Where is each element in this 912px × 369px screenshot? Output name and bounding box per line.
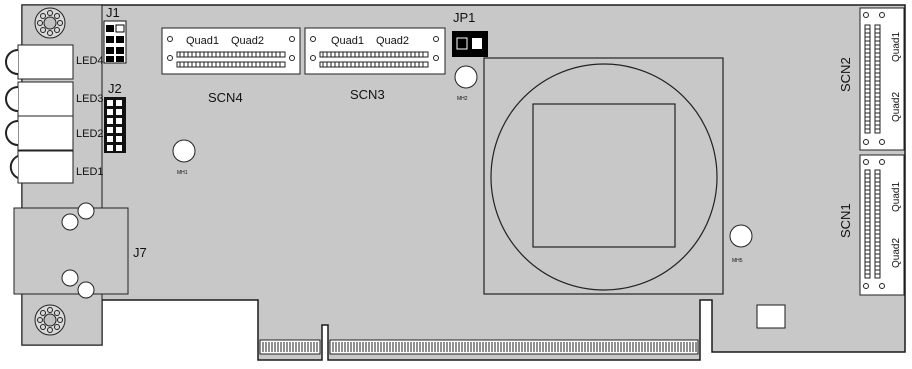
scn4-quad2-label: Quad2 (231, 35, 264, 47)
led2 (5, 115, 74, 151)
scn3-label: SCN3 (350, 87, 385, 102)
j2-label: J2 (108, 81, 122, 96)
led4-label: LED4 (76, 55, 104, 67)
edge-connector-left (259, 339, 321, 355)
top-bracket-screw-gear-icon (34, 7, 66, 39)
mh5-mounting-hole-icon (729, 224, 753, 248)
mh2-label: MH2 (457, 96, 468, 102)
jp1-label: JP1 (453, 10, 475, 25)
scn1-connector (859, 154, 905, 296)
scn3-connector (304, 27, 446, 75)
scn2-quad1-label: Quad1 (891, 32, 902, 62)
led4 (5, 44, 74, 80)
led2-label: LED2 (76, 128, 104, 140)
mh5-label: MH5 (732, 258, 743, 264)
scn3-quad2-label: Quad2 (376, 35, 409, 47)
j7-label: J7 (133, 245, 147, 260)
j1-label: J1 (106, 5, 120, 20)
j1-header (103, 20, 127, 64)
j2-header (104, 97, 126, 153)
jp1-jumper (452, 31, 488, 57)
led1 (9, 150, 74, 184)
scn4-label: SCN4 (208, 90, 243, 105)
j7-connector (13, 202, 129, 299)
scn1-quad2-label: Quad2 (891, 238, 902, 268)
led3 (5, 81, 74, 117)
bottom-bracket-screw-gear-icon (34, 304, 66, 336)
led3-label: LED3 (76, 93, 104, 105)
led1-label: LED1 (76, 166, 104, 178)
scn3-quad1-label: Quad1 (331, 35, 364, 47)
scn4-quad1-label: Quad1 (186, 35, 219, 47)
mh1-label: MH1 (177, 170, 188, 176)
edge-connector-right (329, 339, 699, 355)
scn2-quad2-label: Quad2 (891, 92, 902, 122)
scn1-label: SCN1 (838, 203, 853, 238)
scn2-label: SCN2 (838, 57, 853, 92)
pcb-board-diagram: LED4 LED3 LED2 LED1 J1 J2 J7 Quad1 Quad2… (5, 4, 906, 361)
mh2-mounting-hole-icon (454, 65, 478, 89)
scn1-quad1-label: Quad1 (891, 182, 902, 212)
scn2-connector (859, 7, 905, 151)
board-notch (756, 304, 786, 329)
mh1-mounting-hole-icon (172, 139, 196, 163)
